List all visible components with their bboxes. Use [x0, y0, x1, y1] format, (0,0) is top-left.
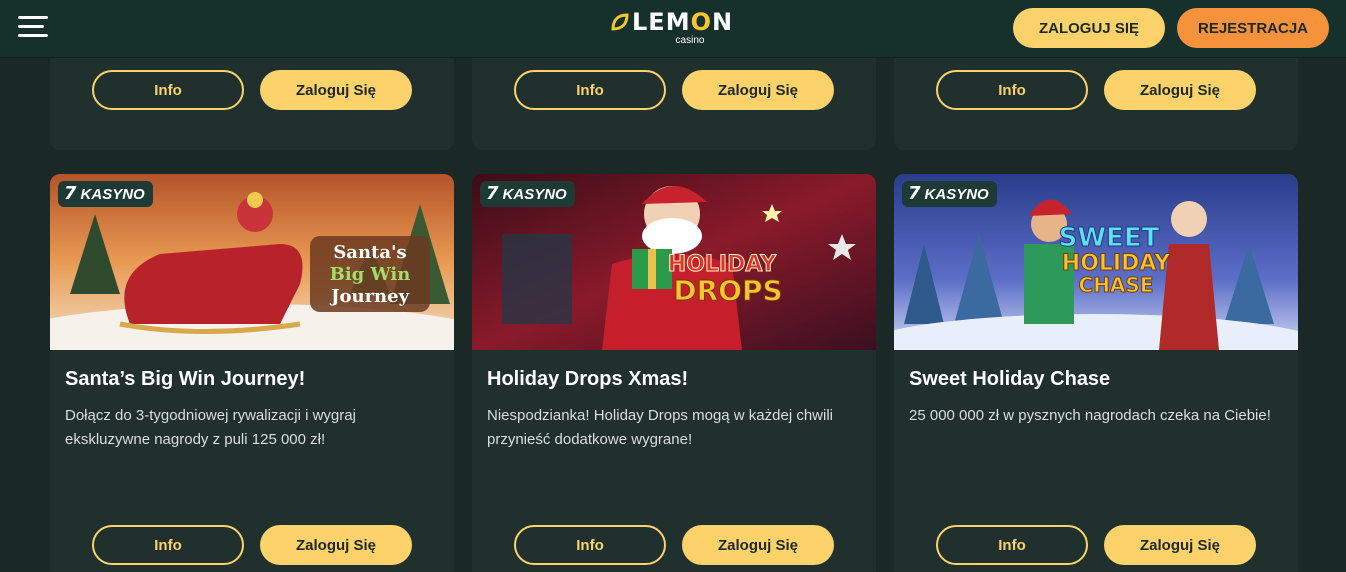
category-badge: 7 KASYNO — [480, 181, 575, 207]
banner-text-line2: DROPS — [673, 274, 782, 307]
login-button[interactable]: Zaloguj Się — [1104, 525, 1256, 565]
hamburger-menu-icon[interactable] — [18, 16, 48, 40]
banner-text-line1: Santa's — [333, 242, 406, 263]
promo-card-holiday-drops: HOLIDAY DROPS 7 KASYNO Holiday Drops Xma… — [472, 174, 876, 572]
seven-icon: 7 — [486, 183, 499, 204]
info-button[interactable]: Info — [92, 70, 244, 110]
seven-icon: 7 — [908, 183, 921, 204]
promo-description: Niespodzianka! Holiday Drops mogą w każd… — [487, 407, 833, 448]
promo-banner-image[interactable]: SWEET HOLIDAY CHASE 7 KASYNO — [894, 174, 1298, 350]
login-button[interactable]: Zaloguj Się — [1104, 70, 1256, 110]
lemon-leaf-icon — [611, 13, 629, 31]
info-button[interactable]: Info — [514, 525, 666, 565]
banner-text-line3: CHASE — [1079, 273, 1154, 297]
info-button[interactable]: Info — [936, 525, 1088, 565]
login-button[interactable]: Zaloguj Się — [682, 70, 834, 110]
promo-card-sweet-holiday-chase: SWEET HOLIDAY CHASE 7 KASYNO Sweet Holid… — [894, 174, 1298, 572]
promo-title: Holiday Drops Xmas! — [487, 368, 689, 390]
category-badge: 7 KASYNO — [902, 181, 997, 207]
login-button[interactable]: Zaloguj Się — [682, 525, 834, 565]
banner-text-line2: Big Win — [330, 264, 411, 285]
promo-banner-image[interactable]: Santa's Big Win Journey 7 KASYNO — [50, 174, 454, 350]
info-button[interactable]: Info — [936, 70, 1088, 110]
promo-description: Dołącz do 3-tygodniowej rywalizacji i wy… — [65, 407, 356, 448]
lemon-casino-logo[interactable]: LEMON casino — [610, 8, 740, 48]
badge-label: KASYNO — [80, 185, 145, 203]
header-register-button[interactable]: REJESTRACJA — [1177, 8, 1329, 48]
header-login-button[interactable]: ZALOGUJ SIĘ — [1013, 8, 1165, 48]
promo-banner-image[interactable]: HOLIDAY DROPS 7 KASYNO — [472, 174, 876, 350]
promo-card-santas-big-win: Santa's Big Win Journey 7 KASYNO Santa’s… — [50, 174, 454, 572]
badge-label: KASYNO — [502, 185, 567, 203]
promo-title: Santa’s Big Win Journey! — [65, 368, 306, 390]
banner-text-line1: SWEET — [1059, 223, 1160, 253]
info-button[interactable]: Info — [92, 525, 244, 565]
login-button[interactable]: Zaloguj Się — [260, 525, 412, 565]
top-header: LEMON casino ZALOGUJ SIĘ REJESTRACJA — [0, 0, 1346, 58]
seven-icon: 7 — [64, 183, 77, 204]
logo-wordmark: LEMON — [632, 8, 734, 36]
logo-subtitle: casino — [675, 35, 705, 46]
category-badge: 7 KASYNO — [58, 181, 153, 207]
banner-text-line3: Journey — [329, 286, 410, 307]
promo-description: 25 000 000 zł w pysznych nagrodach czeka… — [909, 407, 1271, 424]
info-button[interactable]: Info — [514, 70, 666, 110]
badge-label: KASYNO — [924, 185, 989, 203]
login-button[interactable]: Zaloguj Się — [260, 70, 412, 110]
promo-title: Sweet Holiday Chase — [909, 368, 1111, 390]
